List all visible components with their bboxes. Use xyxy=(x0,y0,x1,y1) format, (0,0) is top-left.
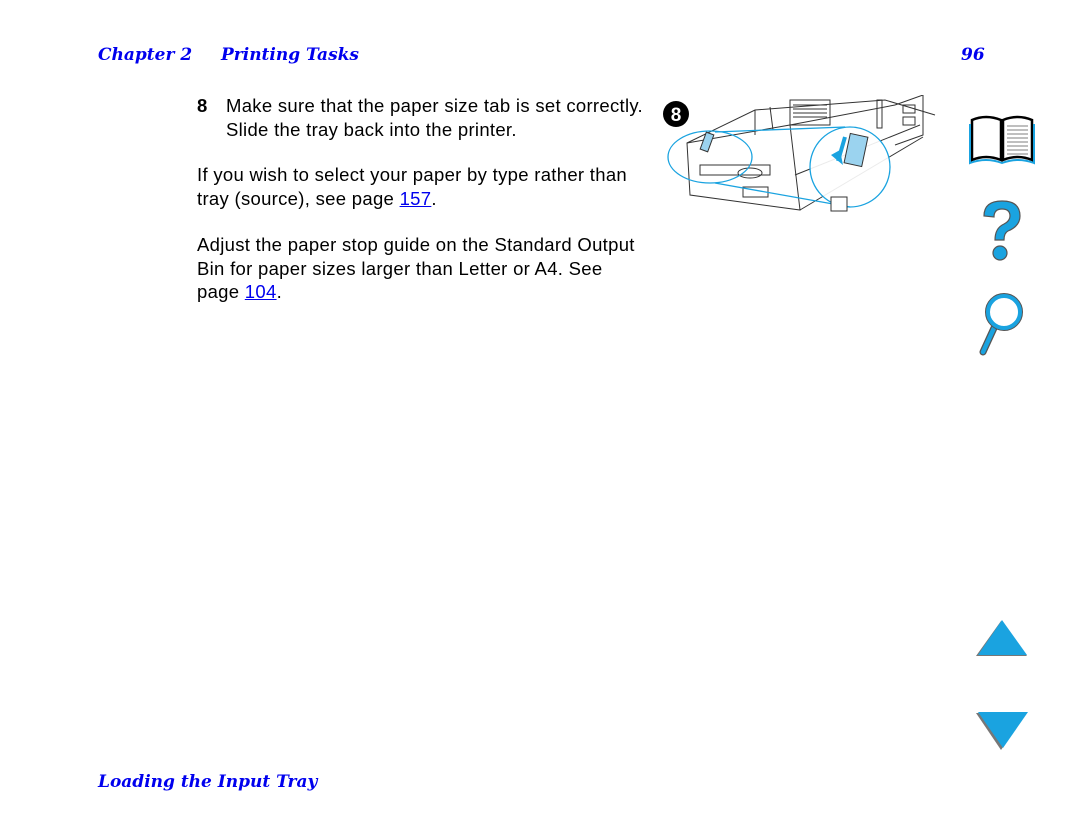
period: . xyxy=(431,187,437,209)
page-104-link[interactable]: 104 xyxy=(245,281,277,302)
page-157-link[interactable]: 157 xyxy=(400,188,432,209)
step-8: 8 Make sure that the paper size tab is s… xyxy=(197,94,647,141)
chapter-label: Chapter 2 xyxy=(98,45,193,65)
step-text: Make sure that the paper size tab is set… xyxy=(226,95,643,140)
book-icon[interactable] xyxy=(968,114,1036,166)
section-title-footer[interactable]: Loading the Input Tray xyxy=(98,772,317,792)
up-arrow-icon[interactable] xyxy=(974,618,1030,658)
tray-drawing xyxy=(686,95,936,211)
magnifier-icon[interactable] xyxy=(976,292,1028,356)
step-number: 8 xyxy=(197,95,208,116)
paragraph-paper-stop-guide: Adjust the paper stop guide on the Stand… xyxy=(197,233,647,304)
period: . xyxy=(276,281,283,302)
chapter-title: Printing Tasks xyxy=(221,45,359,65)
down-arrow-icon[interactable] xyxy=(974,710,1030,752)
step-badge: 8 xyxy=(663,101,689,127)
question-icon[interactable] xyxy=(978,198,1026,264)
paragraph-select-by-type: If you wish to select your paper by type… xyxy=(197,163,637,210)
step-badge-number: 8 xyxy=(671,105,682,126)
tray-illustration: 8 xyxy=(663,95,936,212)
page-number: 96 xyxy=(961,45,985,65)
